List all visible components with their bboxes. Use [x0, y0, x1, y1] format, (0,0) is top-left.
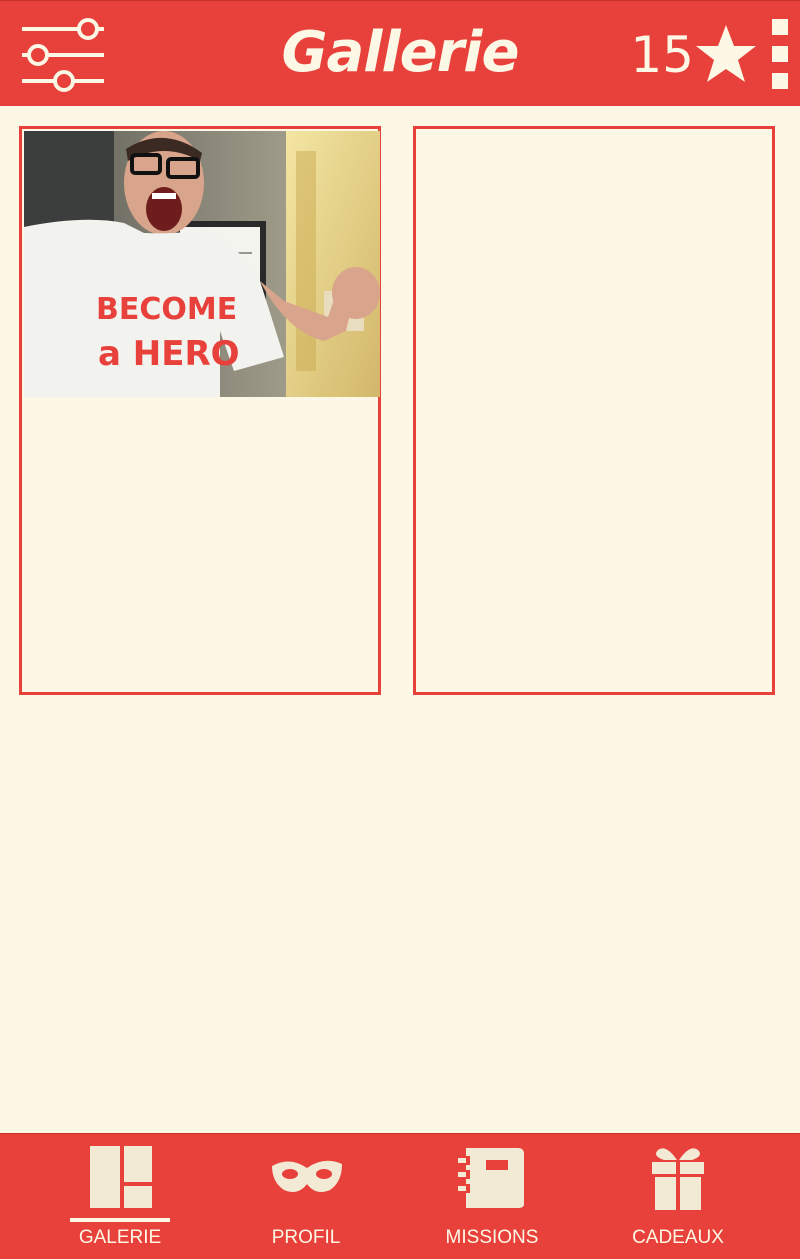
- gallery-grid-icon: [90, 1146, 152, 1208]
- nav-item-cadeaux[interactable]: CADEAUX: [578, 1134, 778, 1260]
- points-count: 15: [630, 26, 694, 84]
- photo-image: BECOME a HERO: [24, 131, 380, 397]
- gallery-card-empty[interactable]: [413, 126, 775, 695]
- filter-button[interactable]: [18, 15, 110, 95]
- star-icon: [696, 25, 756, 82]
- nav-item-galerie[interactable]: GALERIE: [20, 1134, 220, 1260]
- gallery-card[interactable]: BECOME a HERO: [19, 126, 381, 695]
- shirt-text-line-2: a HERO: [98, 334, 240, 374]
- nav-label-galerie: GALERIE: [78, 1227, 162, 1248]
- nav-item-missions[interactable]: MISSIONS: [392, 1134, 592, 1260]
- shirt-text-line-1: BECOME: [96, 292, 237, 327]
- active-tab-indicator: [70, 1218, 170, 1222]
- nav-label-profil: PROFIL: [271, 1227, 341, 1248]
- gallery-photo[interactable]: BECOME a HERO: [24, 131, 380, 397]
- nav-item-profil[interactable]: PROFIL: [206, 1134, 406, 1260]
- gift-icon: [652, 1148, 704, 1210]
- sliders-icon: [22, 18, 104, 92]
- page-title: Gallerie: [281, 20, 520, 85]
- app-header: Gallerie 15: [0, 0, 800, 106]
- mask-icon: [272, 1160, 342, 1192]
- nav-label-cadeaux: CADEAUX: [632, 1227, 724, 1248]
- overflow-menu-icon: [772, 19, 788, 35]
- bottom-navigation: GALERIE PROFIL MISSIONS CADEAUX: [0, 1133, 800, 1259]
- notebook-icon: [458, 1148, 524, 1208]
- overflow-menu-button[interactable]: [768, 15, 792, 93]
- nav-label-missions: MISSIONS: [445, 1227, 539, 1248]
